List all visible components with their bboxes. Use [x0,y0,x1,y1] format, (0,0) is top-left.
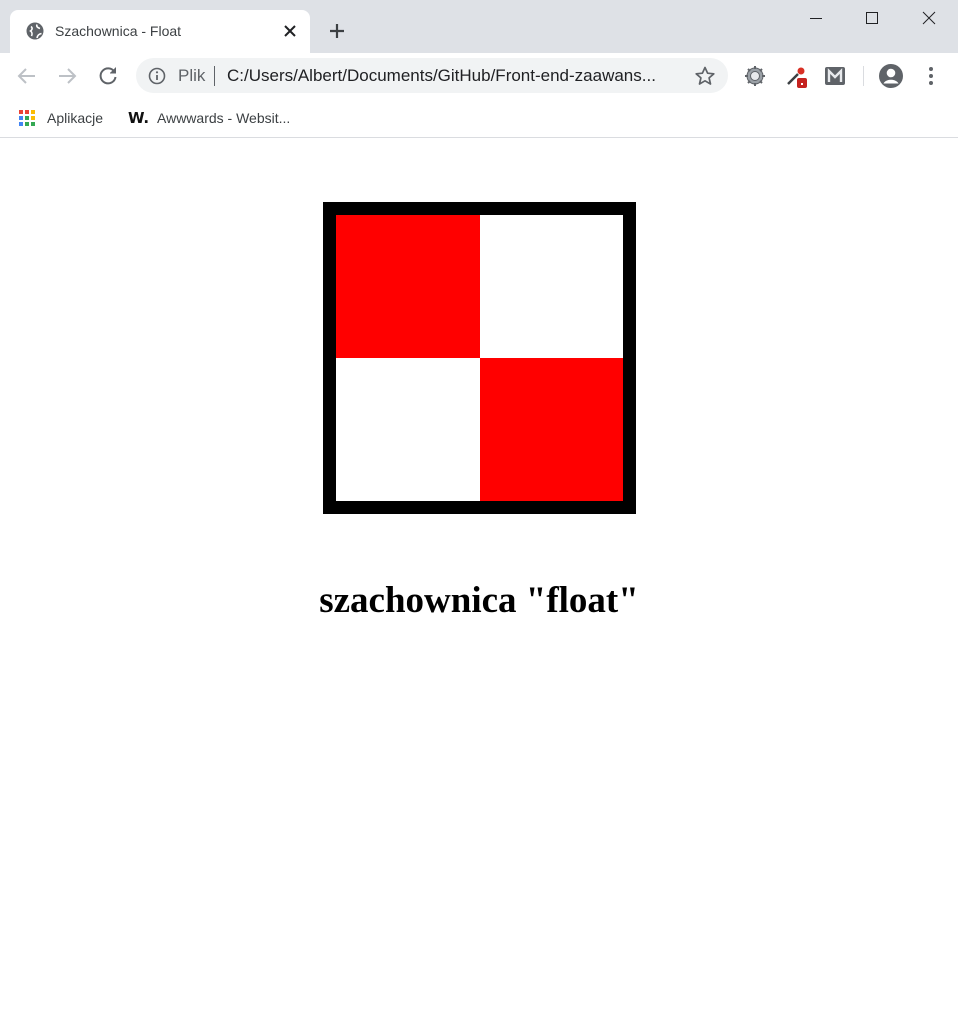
bookmark-star-icon[interactable] [694,65,716,87]
page-viewport: szachownica "float" [0,139,958,1028]
browser-tab-active[interactable]: Szachownica - Float [10,10,310,53]
back-arrow-icon[interactable] [15,64,39,88]
forward-arrow-icon[interactable] [55,64,79,88]
bookmark-awwwards[interactable]: W. Awwwards - Websit... [128,106,290,130]
address-bar[interactable]: Plik C:/Users/Albert/Documents/GitHub/Fr… [136,58,728,93]
checkerboard [323,202,636,514]
toolbar-separator [863,66,864,86]
bookmark-apps[interactable]: Aplikacje [18,106,103,130]
checkerboard-cell [479,358,623,501]
window-maximize-icon[interactable] [849,0,895,36]
bookmark-label: Aplikacje [47,110,104,126]
m-extension-icon[interactable] [823,64,847,88]
url-scheme-label: Plik [178,66,206,85]
more-menu-icon[interactable] [921,65,941,87]
bookmark-label: Awwwards - Websit... [157,110,291,126]
url-scheme-separator [214,66,215,86]
globe-icon [26,22,44,40]
close-tab-icon[interactable] [283,24,297,38]
apps-grid-icon [19,110,35,126]
profile-avatar-icon[interactable] [878,63,904,89]
info-icon[interactable] [148,67,166,85]
eyedropper-extension-icon[interactable] [784,64,808,88]
browser-toolbar: Plik C:/Users/Albert/Documents/GitHub/Fr… [0,53,958,98]
bookmarks-bar: Aplikacje W. Awwwards - Websit... [0,98,958,138]
reload-icon[interactable] [96,64,120,88]
window-close-icon[interactable] [906,0,952,36]
tab-title: Szachownica - Float [55,23,182,39]
checkerboard-cell [336,358,480,501]
gear-extension-icon[interactable] [743,64,767,88]
url-text[interactable]: C:/Users/Albert/Documents/GitHub/Front-e… [227,66,677,86]
awwwards-icon: W. [128,109,150,127]
page-heading: szachownica "float" [319,580,639,621]
new-tab-plus-icon[interactable] [327,21,347,41]
checkerboard-cell [336,215,480,358]
browser-title-bar: Szachownica - Float [0,0,958,53]
window-minimize-icon[interactable] [793,0,839,36]
checkerboard-cell [479,215,623,358]
